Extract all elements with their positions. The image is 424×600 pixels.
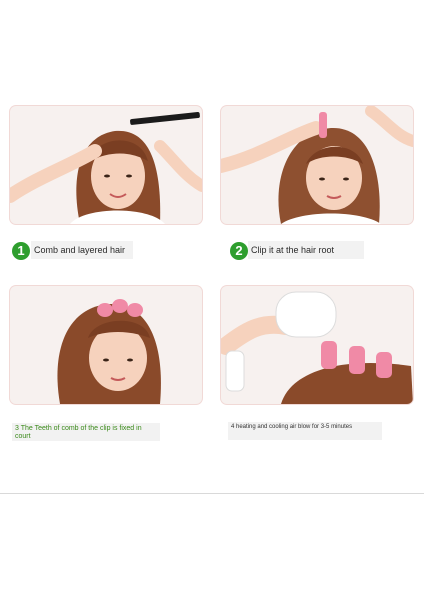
step-2-illustration xyxy=(221,106,413,224)
step-2-caption: Clip it at the hair root xyxy=(248,241,364,259)
step-2-photo xyxy=(221,106,413,224)
bottom-divider xyxy=(0,493,424,494)
step-3-caption: 3 The Teeth of comb of the clip is fixed… xyxy=(12,423,160,441)
step-3-illustration xyxy=(10,286,202,404)
step-1-photo xyxy=(10,106,202,224)
step-4-caption: 4 heating and cooling air blow for 3-5 m… xyxy=(228,422,382,440)
step-4-illustration xyxy=(221,286,413,404)
step-1-caption: Comb and layered hair xyxy=(31,241,133,259)
step-1-illustration xyxy=(10,106,202,224)
step-2-badge: 2 xyxy=(230,242,248,260)
step-3-photo xyxy=(10,286,202,404)
step-1-badge: 1 xyxy=(12,242,30,260)
step-4-photo xyxy=(221,286,413,404)
